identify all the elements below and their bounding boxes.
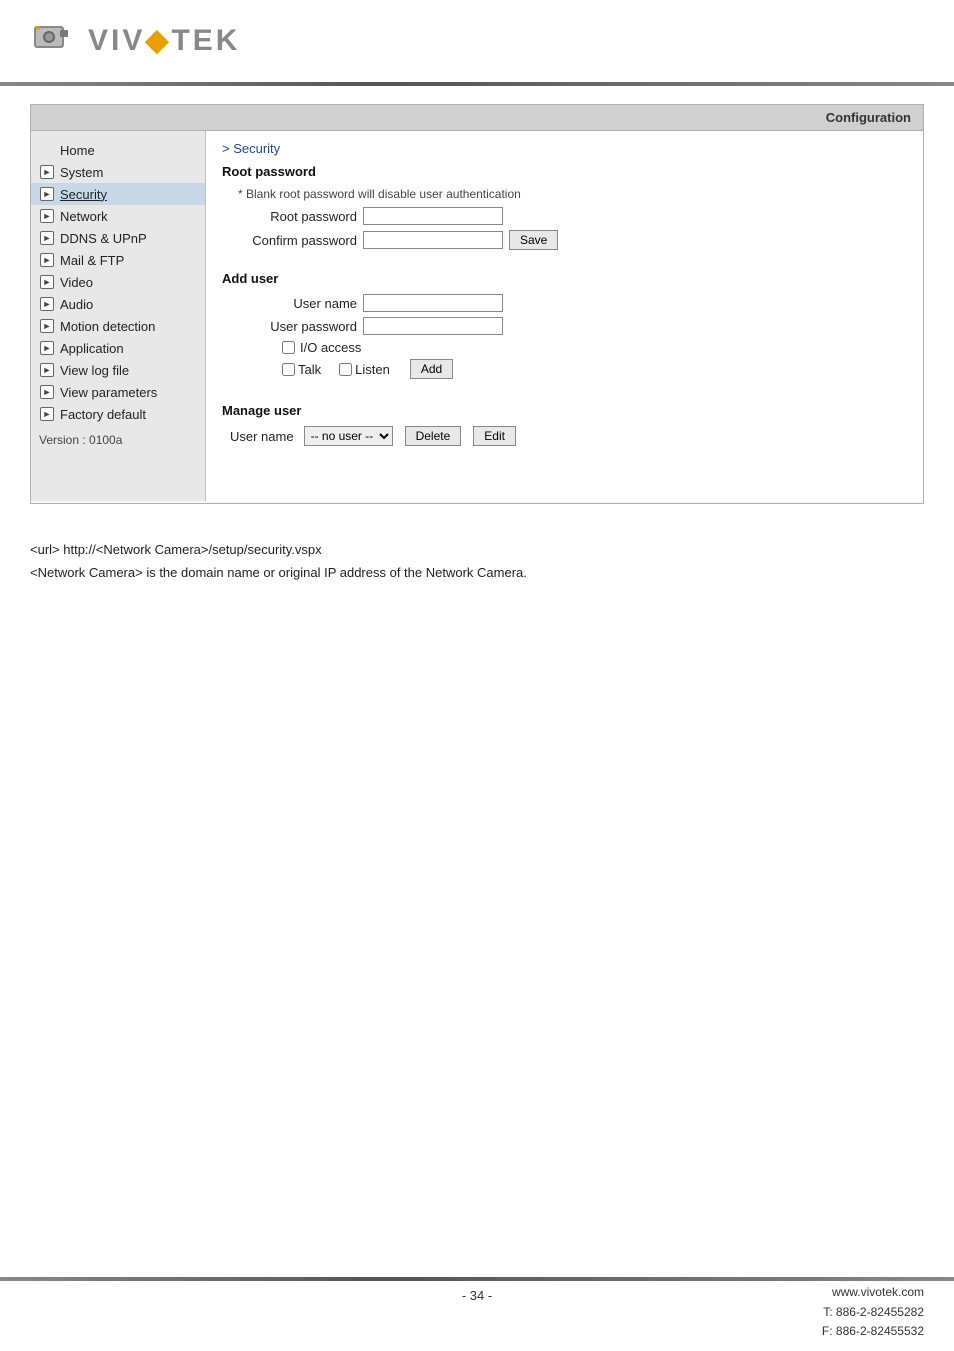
manage-username-label: User name — [230, 429, 294, 444]
io-access-checkbox[interactable] — [282, 341, 295, 354]
breadcrumb: > Security — [222, 141, 907, 156]
footer-fax: F: 886-2-82455532 — [822, 1322, 924, 1341]
save-button[interactable]: Save — [509, 230, 558, 250]
sidebar-label-video: Video — [60, 275, 93, 290]
application-expand-icon: ► — [39, 340, 55, 356]
viewlog-expand-icon: ► — [39, 362, 55, 378]
sidebar-label-viewparams: View parameters — [60, 385, 157, 400]
manage-user-section-title: Manage user — [222, 403, 907, 418]
config-body: Home ► System ► Security ► Network — [31, 131, 923, 501]
sidebar-item-factory[interactable]: ► Factory default — [31, 403, 205, 425]
sidebar-item-audio[interactable]: ► Audio — [31, 293, 205, 315]
sidebar-item-network[interactable]: ► Network — [31, 205, 205, 227]
listen-option: Listen — [339, 362, 390, 377]
sidebar: Home ► System ► Security ► Network — [31, 131, 206, 501]
confirm-password-label: Confirm password — [242, 233, 357, 248]
motion-expand-icon: ► — [39, 318, 55, 334]
delete-user-button[interactable]: Delete — [405, 426, 462, 446]
viewparams-expand-icon: ► — [39, 384, 55, 400]
factory-expand-icon: ► — [39, 406, 55, 422]
add-username-label: User name — [242, 296, 357, 311]
footer-contact: www.vivotek.com T: 886-2-82455282 F: 886… — [822, 1283, 924, 1341]
vivotek-logo-icon — [30, 18, 82, 62]
sidebar-label-mail: Mail & FTP — [60, 253, 124, 268]
header: VIV◆TEK — [0, 0, 954, 72]
sidebar-label-motion: Motion detection — [60, 319, 155, 334]
listen-label: Listen — [355, 362, 390, 377]
talk-checkbox[interactable] — [282, 363, 295, 376]
sidebar-label-viewlog: View log file — [60, 363, 129, 378]
page-number: - 34 - — [462, 1288, 492, 1303]
add-username-input[interactable] — [363, 294, 503, 312]
mail-expand-icon: ► — [39, 252, 55, 268]
sidebar-item-motion[interactable]: ► Motion detection — [31, 315, 205, 337]
footer-website: www.vivotek.com — [822, 1283, 924, 1302]
listen-checkbox[interactable] — [339, 363, 352, 376]
network-expand-icon: ► — [39, 208, 55, 224]
home-spacer — [39, 142, 55, 158]
video-expand-icon: ► — [39, 274, 55, 290]
main-content: Configuration Home ► System ► Security — [0, 86, 954, 524]
sidebar-item-video[interactable]: ► Video — [31, 271, 205, 293]
sidebar-item-home[interactable]: Home — [31, 139, 205, 161]
sidebar-item-application[interactable]: ► Application — [31, 337, 205, 359]
ddns-expand-icon: ► — [39, 230, 55, 246]
manage-user-row: User name -- no user -- Delete Edit — [230, 426, 907, 446]
sidebar-label-system: System — [60, 165, 103, 180]
manage-user-select[interactable]: -- no user -- — [304, 426, 393, 446]
system-expand-icon: ► — [39, 164, 55, 180]
config-panel: Configuration Home ► System ► Security — [30, 104, 924, 504]
logo-text: VIV◆TEK — [88, 23, 240, 58]
config-title: Configuration — [826, 110, 911, 125]
config-header: Configuration — [31, 105, 923, 131]
talk-label: Talk — [298, 362, 321, 377]
talk-option: Talk — [282, 362, 321, 377]
sidebar-item-system[interactable]: ► System — [31, 161, 205, 183]
add-user-name-row: User name — [242, 294, 907, 312]
sidebar-label-security: Security — [60, 187, 107, 202]
audio-expand-icon: ► — [39, 296, 55, 312]
sidebar-label-home: Home — [60, 143, 95, 158]
io-access-row: I/O access — [282, 340, 907, 355]
add-user-password-label: User password — [242, 319, 357, 334]
root-password-row: Root password — [242, 207, 907, 225]
root-password-section-title: Root password — [222, 164, 907, 179]
edit-user-button[interactable]: Edit — [473, 426, 516, 446]
sidebar-label-audio: Audio — [60, 297, 93, 312]
sidebar-label-application: Application — [60, 341, 124, 356]
root-password-note: * Blank root password will disable user … — [238, 187, 907, 201]
root-password-label: Root password — [242, 209, 357, 224]
sidebar-version: Version : 0100a — [31, 425, 205, 455]
security-expand-icon: ► — [39, 186, 55, 202]
confirm-password-input[interactable] — [363, 231, 503, 249]
confirm-password-row: Confirm password Save — [242, 230, 907, 250]
add-user-button[interactable]: Add — [410, 359, 453, 379]
add-user-password-row: User password — [242, 317, 907, 335]
talk-listen-row: Talk Listen Add — [282, 359, 907, 379]
sidebar-item-mail[interactable]: ► Mail & FTP — [31, 249, 205, 271]
sidebar-item-ddns[interactable]: ► DDNS & UPnP — [31, 227, 205, 249]
panel-content: > Security Root password * Blank root pa… — [206, 131, 923, 501]
sidebar-item-viewparams[interactable]: ► View parameters — [31, 381, 205, 403]
sidebar-label-factory: Factory default — [60, 407, 146, 422]
url-line1: <url> http://<Network Camera>/setup/secu… — [30, 538, 924, 561]
add-user-password-input[interactable] — [363, 317, 503, 335]
footer-phone: T: 886-2-82455282 — [822, 1303, 924, 1322]
url-line2: <Network Camera> is the domain name or o… — [30, 561, 924, 584]
io-access-label: I/O access — [300, 340, 361, 355]
sidebar-label-network: Network — [60, 209, 108, 224]
sidebar-item-security[interactable]: ► Security — [31, 183, 205, 205]
add-user-section-title: Add user — [222, 271, 907, 286]
url-section: <url> http://<Network Camera>/setup/secu… — [0, 524, 954, 595]
root-password-input[interactable] — [363, 207, 503, 225]
logo-area: VIV◆TEK — [30, 18, 924, 62]
sidebar-label-ddns: DDNS & UPnP — [60, 231, 147, 246]
footer-rule — [0, 1277, 954, 1281]
sidebar-item-viewlog[interactable]: ► View log file — [31, 359, 205, 381]
